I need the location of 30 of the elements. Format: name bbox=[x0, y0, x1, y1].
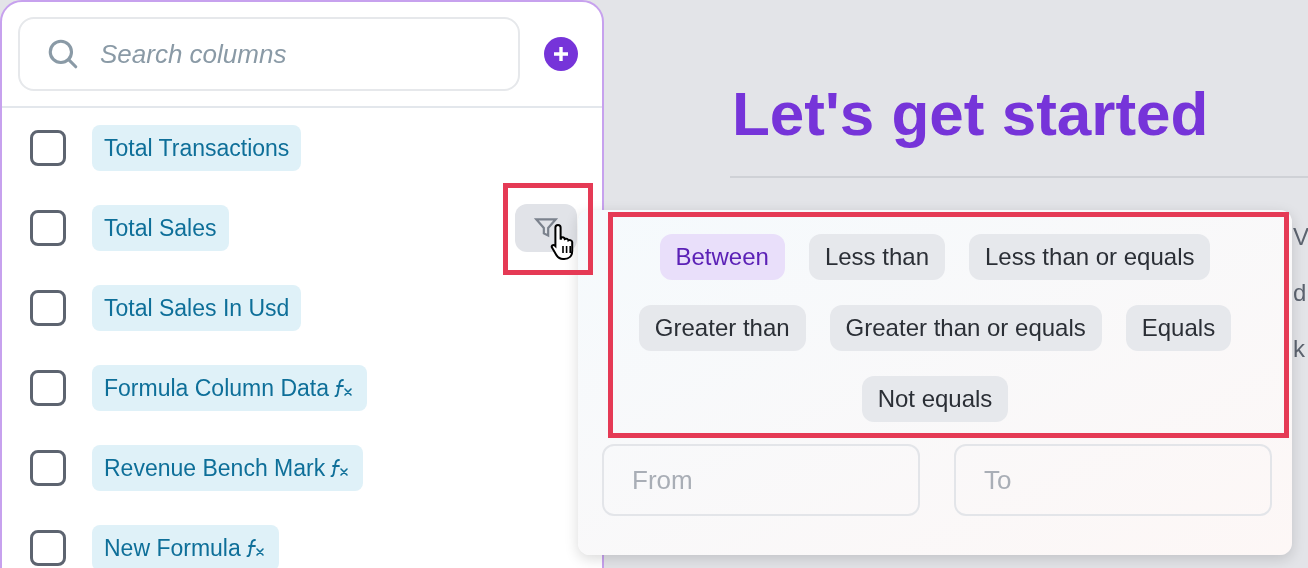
search-field[interactable]: Search columns bbox=[18, 17, 520, 91]
column-tag[interactable]: Total Sales bbox=[92, 205, 229, 251]
column-tag[interactable]: Revenue Bench Mark bbox=[92, 445, 364, 491]
checkbox[interactable] bbox=[30, 370, 66, 406]
cut-off-text: d bbox=[1293, 278, 1308, 308]
operator-chip[interactable]: Less than bbox=[808, 234, 945, 280]
from-field[interactable]: From bbox=[602, 444, 920, 516]
page-heading: Let's get started bbox=[732, 78, 1210, 150]
cut-off-text: k bbox=[1293, 334, 1306, 364]
function-icon bbox=[332, 377, 355, 399]
checkbox[interactable] bbox=[30, 130, 66, 166]
column-tag[interactable]: Total Transactions bbox=[92, 125, 302, 171]
operator-chip[interactable]: Less than or equals bbox=[969, 234, 1211, 280]
checkbox[interactable] bbox=[30, 210, 66, 246]
operator-chip[interactable]: Not equals bbox=[861, 376, 1009, 422]
checkbox[interactable] bbox=[30, 290, 66, 326]
plus-icon bbox=[552, 45, 570, 63]
column-tag[interactable]: New Formula bbox=[92, 525, 279, 568]
column-tag[interactable]: Total Sales In Usd bbox=[92, 285, 302, 331]
function-icon bbox=[244, 537, 267, 559]
checkbox[interactable] bbox=[30, 450, 66, 486]
search-icon bbox=[46, 37, 80, 71]
checkbox[interactable] bbox=[30, 530, 66, 566]
operator-chip[interactable]: Greater than or equals bbox=[829, 305, 1102, 351]
operator-chip[interactable]: Greater than bbox=[638, 305, 806, 351]
to-field[interactable]: To bbox=[954, 444, 1272, 516]
add-button[interactable] bbox=[544, 37, 578, 71]
operator-chip[interactable]: Equals bbox=[1125, 305, 1232, 351]
operator-chip[interactable]: Between bbox=[659, 234, 785, 280]
column-tag[interactable]: Formula Column Data bbox=[92, 365, 367, 411]
